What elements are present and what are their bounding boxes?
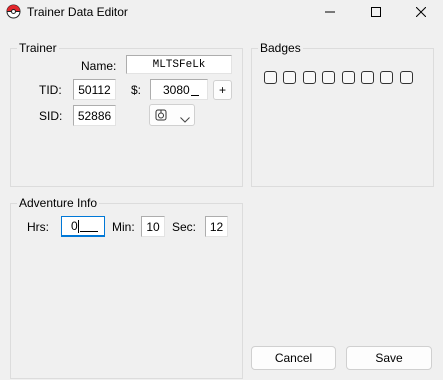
hours-label: Hrs: bbox=[27, 220, 49, 234]
close-icon bbox=[416, 7, 426, 17]
text-underscore bbox=[79, 220, 98, 232]
adventure-group-label: Adventure Info bbox=[17, 196, 100, 210]
badge-checkbox-1[interactable] bbox=[264, 71, 277, 84]
chevron-down-icon bbox=[180, 112, 190, 126]
maximize-icon bbox=[371, 7, 381, 17]
hours-field[interactable]: 0 bbox=[61, 216, 105, 237]
gender-glyph-icon bbox=[155, 109, 167, 124]
money-label: $: bbox=[131, 83, 142, 97]
close-button[interactable] bbox=[399, 0, 443, 24]
badge-checkbox-3[interactable] bbox=[302, 71, 316, 84]
badge-checkbox-7[interactable] bbox=[380, 71, 394, 84]
badge-checkbox-6[interactable] bbox=[361, 71, 374, 84]
seconds-field[interactable]: 12 bbox=[205, 216, 228, 237]
save-button[interactable]: Save bbox=[346, 346, 432, 370]
minutes-field[interactable]: 10 bbox=[141, 216, 165, 237]
minutes-label: Min: bbox=[112, 220, 135, 234]
gender-select[interactable] bbox=[149, 104, 195, 126]
window-title: Trainer Data Editor bbox=[27, 5, 128, 19]
tid-field[interactable]: 50112 bbox=[73, 79, 116, 100]
sid-field[interactable]: 52886 bbox=[73, 105, 116, 126]
seconds-label: Sec: bbox=[172, 220, 197, 234]
minimize-icon bbox=[325, 7, 335, 17]
hours-value: 0 bbox=[71, 219, 78, 233]
badges-group bbox=[251, 48, 434, 187]
tid-label: TID: bbox=[39, 83, 62, 97]
badge-checkbox-2[interactable] bbox=[283, 71, 297, 84]
money-field[interactable]: 3080 bbox=[150, 79, 208, 100]
trainer-group-label: Trainer bbox=[17, 41, 59, 55]
badge-checkbox-8[interactable] bbox=[399, 71, 413, 84]
maximize-button[interactable] bbox=[354, 0, 398, 24]
minimize-button[interactable] bbox=[308, 0, 352, 24]
cancel-button[interactable]: Cancel bbox=[251, 346, 336, 370]
text-caret bbox=[77, 219, 79, 233]
add-money-button[interactable]: + bbox=[213, 80, 232, 100]
money-value: 3080 bbox=[163, 82, 190, 97]
badge-checkbox-4[interactable] bbox=[322, 71, 336, 84]
pokeball-icon bbox=[6, 4, 21, 19]
name-field[interactable]: MLTSFeLk bbox=[126, 55, 232, 74]
name-label: Name: bbox=[81, 59, 117, 73]
sid-label: SID: bbox=[39, 109, 63, 123]
text-caret bbox=[190, 84, 199, 96]
badges-group-label: Badges bbox=[258, 41, 303, 55]
title-bar: Trainer Data Editor bbox=[0, 0, 443, 24]
badge-checkbox-5[interactable] bbox=[341, 71, 355, 84]
